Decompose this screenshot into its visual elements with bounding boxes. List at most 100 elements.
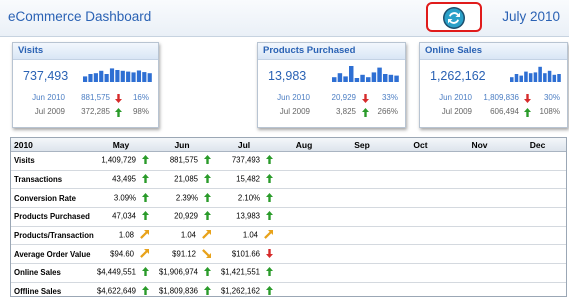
kpi-row-prev-month: Jun 2010 1,809,836 30% xyxy=(420,93,567,103)
sparkline-bar xyxy=(136,70,142,82)
table-cell-empty xyxy=(333,244,391,265)
sparkline-bar xyxy=(552,74,557,82)
column-header-month: Jul xyxy=(213,138,275,152)
table-cell: $1,809,836 xyxy=(151,282,213,296)
table-cell: 881,575 xyxy=(151,151,213,171)
table-header-row: 2010 May Jun Jul Aug Sep Oct Nov Dec xyxy=(11,138,566,152)
sparkline-bar xyxy=(383,74,388,82)
table-cell-empty xyxy=(509,151,566,171)
table-cell-empty xyxy=(509,282,566,296)
table-row: Online Sales $4,449,551 $1,906,974 $1,421,5… xyxy=(11,263,566,283)
table-cell-empty xyxy=(509,188,566,209)
cell-value: 21,085 xyxy=(174,174,198,184)
table-cell-empty xyxy=(391,170,450,190)
table-cell-empty xyxy=(333,282,391,296)
table-row: Transactions 43,495 21,085 15,482 xyxy=(11,170,566,190)
up-arrow-icon xyxy=(142,286,149,296)
column-header-month: Sep xyxy=(333,138,391,152)
table-cell-empty xyxy=(450,263,509,283)
sparkline-bar xyxy=(394,75,399,82)
table-cell-empty xyxy=(450,188,509,209)
monthly-metrics-table: 2010 May Jun Jul Aug Sep Oct Nov Dec Vis… xyxy=(10,137,567,297)
table-cell: 1.04 xyxy=(213,226,275,246)
sparkline-bar xyxy=(354,78,360,82)
cell-value: 1.04 xyxy=(242,230,258,240)
cell-value: 1.08 xyxy=(118,230,134,240)
table-cell-empty xyxy=(333,188,391,209)
kpi-row-prev-year: Jul 2009 372,285 98% xyxy=(13,107,158,117)
column-header-month: Dec xyxy=(509,138,566,152)
table-cell: $94.60 xyxy=(91,244,151,265)
table-cell-empty xyxy=(509,263,566,283)
table-cell: 3.09% xyxy=(91,188,151,209)
table-cell-empty xyxy=(391,207,450,227)
table-cell-empty xyxy=(275,188,333,209)
kpi-row-value: 20,929 xyxy=(331,93,356,102)
cell-value: $1,906,974 xyxy=(158,268,198,278)
row-metric-label: Products Purchased xyxy=(11,207,91,227)
sparkline-bar xyxy=(510,77,514,82)
kpi-row-pct: 30% xyxy=(543,93,560,102)
table-cell-empty xyxy=(509,226,566,246)
column-header-month: May xyxy=(91,138,151,152)
sparkline-bar xyxy=(109,68,115,82)
up-arrow-icon xyxy=(204,267,211,278)
sparkline-bar xyxy=(142,72,147,82)
row-metric-label: Products/Transaction xyxy=(11,226,94,246)
cell-value: $1,809,836 xyxy=(158,286,198,296)
sparkline-bar xyxy=(337,73,343,82)
refresh-button[interactable] xyxy=(426,2,482,32)
dashboard-header: eCommerce Dashboard July 2010 xyxy=(0,0,569,37)
table-cell-empty xyxy=(275,170,333,190)
sparkline-bar xyxy=(533,72,538,82)
up-arrow-icon xyxy=(362,108,369,120)
kpi-row-prev-month: Jun 2010 881,575 16% xyxy=(13,93,158,103)
kpi-value: 1,262,162 xyxy=(430,69,486,83)
up-arrow-icon xyxy=(142,267,149,278)
kpi-row-pct: 16% xyxy=(132,93,149,102)
table-cell-empty xyxy=(450,151,509,171)
kpi-row-pct: 98% xyxy=(132,107,149,116)
table-cell: 21,085 xyxy=(151,170,213,190)
down-arrow-icon xyxy=(266,248,273,260)
column-header-year: 2010 xyxy=(11,138,91,152)
kpi-row-value: 372,285 xyxy=(81,107,110,116)
table-cell: 47,034 xyxy=(91,207,151,227)
sparkline-bar xyxy=(88,74,93,82)
table-cell: 43,495 xyxy=(91,170,151,190)
table-cell-empty xyxy=(333,226,391,246)
row-metric-label: Conversion Rate xyxy=(11,188,91,209)
table-cell: $1,421,551 xyxy=(213,263,275,283)
cell-value: 881,575 xyxy=(169,155,198,165)
diagonal-down-arrow-icon xyxy=(202,248,211,260)
table-cell-empty xyxy=(450,282,509,296)
up-arrow-icon xyxy=(115,108,122,120)
up-arrow-icon xyxy=(204,192,211,204)
table-cell: $91.12 xyxy=(151,244,213,265)
up-arrow-icon xyxy=(204,174,211,185)
sparkline-bar xyxy=(83,76,88,82)
table-cell: 15,482 xyxy=(213,170,275,190)
sparkline-bar xyxy=(557,74,561,82)
down-arrow-icon xyxy=(362,94,369,106)
up-arrow-icon xyxy=(524,108,531,120)
table-row: Products/Transaction 1.08 1.04 1.04 xyxy=(11,226,566,246)
cell-value: 2.39% xyxy=(175,193,198,203)
kpi-row-value: 881,575 xyxy=(81,93,110,102)
kpi-row-label: Jun 2010 xyxy=(32,93,65,102)
diagonal-up-arrow-icon xyxy=(140,230,149,241)
table-cell-empty xyxy=(333,263,391,283)
up-arrow-icon xyxy=(266,211,273,222)
up-arrow-icon xyxy=(266,192,273,204)
row-metric-label: Visits xyxy=(11,151,91,171)
table-cell: $1,262,162 xyxy=(213,282,275,296)
kpi-row-label: Jul 2009 xyxy=(34,107,65,116)
table-cell: $101.66 xyxy=(213,244,275,265)
down-arrow-icon xyxy=(115,94,122,106)
sparkline-bar xyxy=(93,73,98,82)
table-cell-empty xyxy=(333,170,391,190)
row-metric-label: Transactions xyxy=(11,170,91,190)
sparkline-bar xyxy=(543,73,547,82)
cell-value: 737,493 xyxy=(231,155,260,165)
diagonal-up-arrow-icon xyxy=(140,248,149,260)
